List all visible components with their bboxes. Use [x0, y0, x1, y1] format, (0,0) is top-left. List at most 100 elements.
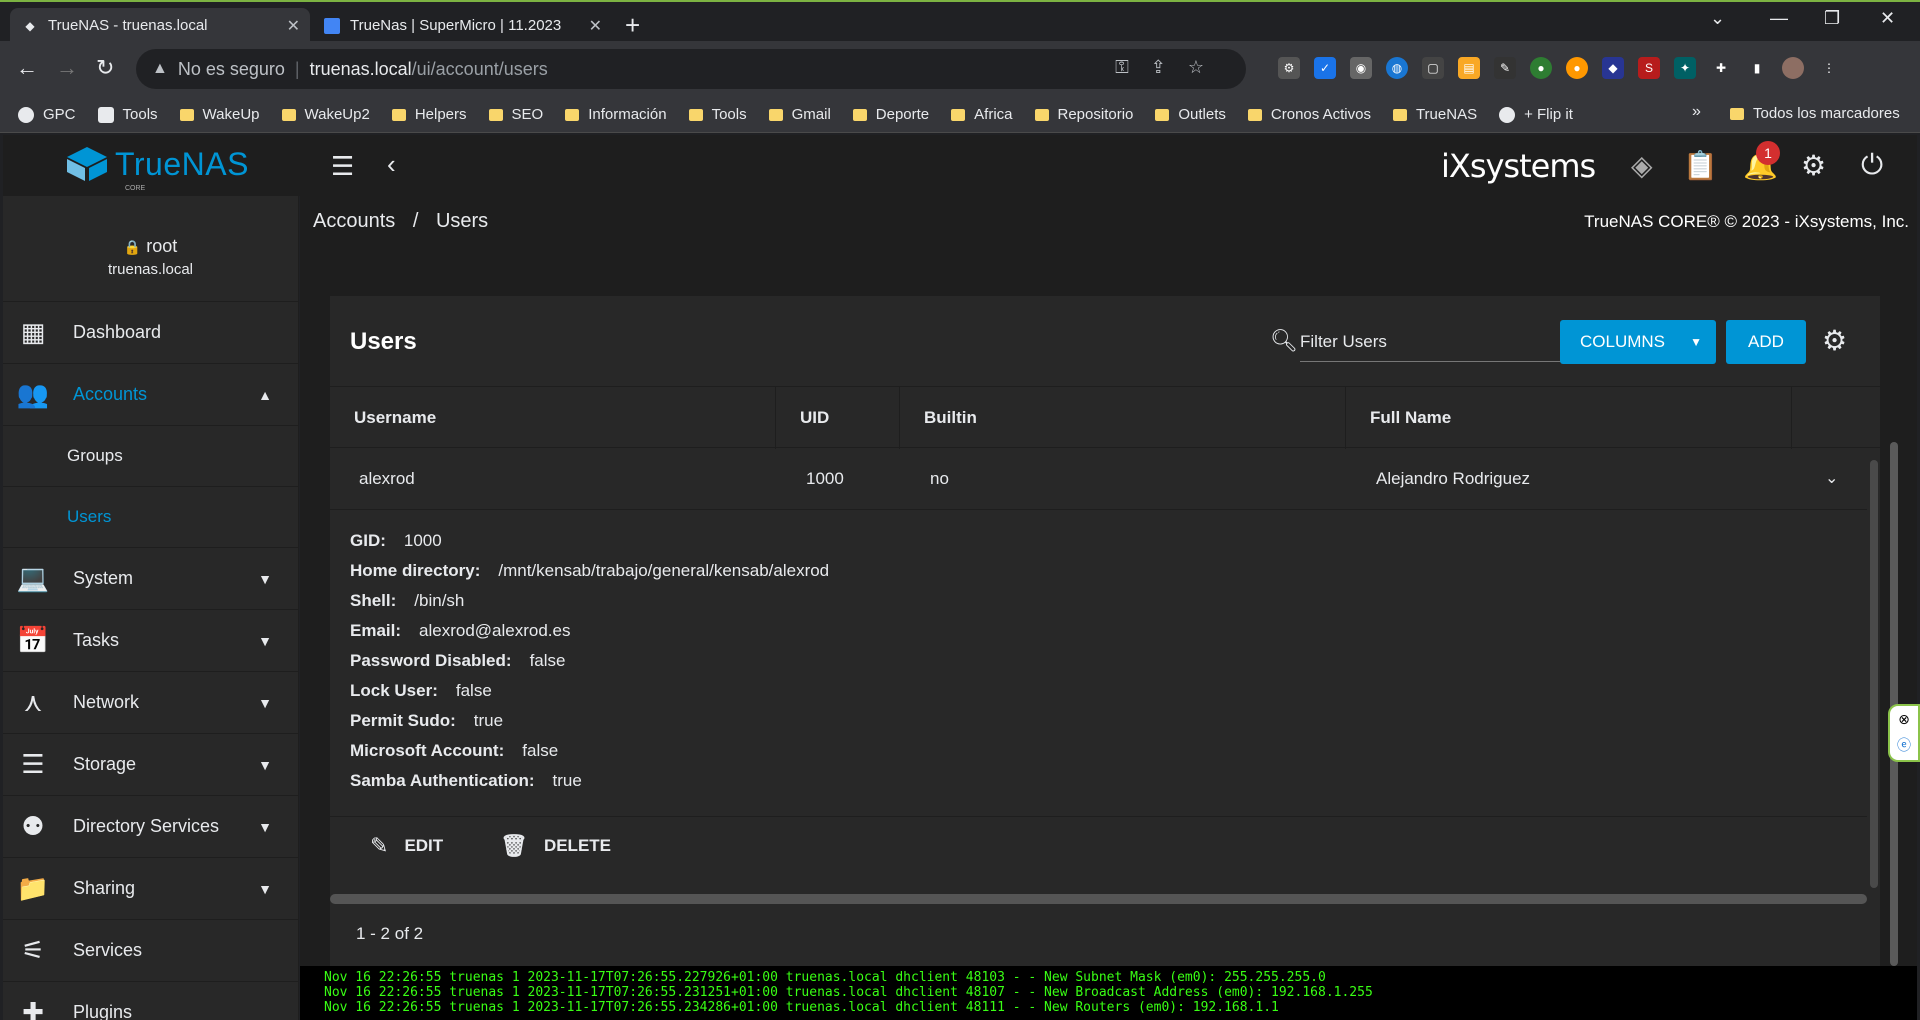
bookmark-item[interactable]: Helpers [391, 106, 467, 123]
bookmark-item[interactable]: SEO [488, 106, 543, 123]
columns-button[interactable]: COLUMNS ▼ [1560, 320, 1716, 364]
sidebar-item-tasks[interactable]: 📅 Tasks ▼ [3, 610, 298, 672]
close-icon[interactable]: ✕ [589, 16, 602, 36]
column-header-full-name[interactable]: Full Name [1346, 387, 1792, 449]
maximize-button[interactable]: ❐ [1824, 8, 1840, 29]
page-title: Users [350, 328, 417, 355]
sidebar-item-plugins[interactable]: ✚ Plugins [3, 982, 298, 1020]
chevron-down-icon: ▼ [258, 694, 272, 711]
sidebar-item-dashboard[interactable]: ▦ Dashboard [3, 302, 298, 364]
chevron-down-icon[interactable]: ⌄ [1825, 468, 1838, 488]
cell-builtin: no [930, 469, 949, 488]
sidebar-item-services[interactable]: ⚟ Services [3, 920, 298, 982]
bookmark-item[interactable]: Gmail [768, 106, 831, 123]
new-tab-button[interactable]: + [625, 10, 640, 41]
horizontal-scrollbar[interactable] [330, 894, 1867, 904]
console-line: Nov 16 22:26:55 truenas 1 2023-11-17T07:… [324, 970, 1326, 985]
sidebar-subitem-users[interactable]: Users [3, 487, 298, 548]
sidebar-item-network[interactable]: ⋏ Network ▼ [3, 672, 298, 734]
url-bar[interactable]: ▲ No es seguro | truenas.local /ui/accou… [136, 49, 1246, 89]
sidebar-subitem-groups[interactable]: Groups [3, 426, 298, 487]
column-header-builtin[interactable]: Builtin [900, 387, 1346, 449]
sidebar-item-system[interactable]: 💻 System ▼ [3, 548, 298, 610]
extension-icon[interactable]: ● [1530, 57, 1552, 79]
network-icon: ⋏ [23, 687, 43, 717]
bookmark-item[interactable]: Outlets [1155, 106, 1226, 123]
tab-truenas[interactable]: ◆ TrueNAS - truenas.local ✕ [10, 8, 310, 43]
tab-doc[interactable]: TrueNas | SuperMicro | 11.2023 ✕ [312, 8, 612, 43]
extension-e-icon[interactable]: ⓔ [1890, 732, 1918, 758]
bookmark-item[interactable]: Tools [97, 106, 158, 123]
breadcrumb-accounts[interactable]: Accounts [313, 210, 395, 232]
gear-extension-icon[interactable]: ⚙ [1278, 57, 1300, 79]
reload-icon[interactable]: ↻ [96, 55, 114, 81]
truecommand-icon[interactable]: ◈ [1631, 149, 1653, 182]
bookmark-item[interactable]: WakeUp2 [281, 106, 370, 123]
collapse-chevron-icon[interactable]: ‹ [387, 149, 396, 180]
camera-extension-icon[interactable]: ◉ [1350, 57, 1372, 79]
bookmark-item[interactable]: Tools [688, 106, 747, 123]
avatar[interactable] [1782, 57, 1804, 79]
bookmark-item[interactable]: Africa [951, 106, 1013, 123]
extension-icon[interactable]: ◆ [1602, 57, 1624, 79]
globe-extension-icon[interactable]: ◍ [1386, 57, 1408, 79]
globe-icon [1499, 106, 1516, 123]
sidebar-item-sharing[interactable]: 📁 Sharing ▼ [3, 858, 298, 920]
seo-extension-icon[interactable]: S [1638, 57, 1660, 79]
gear-icon[interactable]: ⚙ [1801, 149, 1826, 182]
bookmark-item[interactable]: Cronos Activos [1247, 106, 1371, 123]
extension-icon[interactable]: ● [1566, 57, 1588, 79]
puzzle-icon[interactable]: ✚ [1710, 57, 1732, 79]
extension-icon[interactable]: ✓ [1314, 57, 1336, 79]
add-user-button[interactable]: ADD [1726, 320, 1806, 364]
back-arrow-icon[interactable]: ← [16, 55, 38, 81]
folder-icon [852, 108, 867, 121]
truenas-logo[interactable]: TrueNAS CORE [63, 145, 249, 192]
filter-box: 🔍︎ [1270, 322, 1565, 362]
minimize-button[interactable]: — [1770, 8, 1788, 29]
column-header-username[interactable]: Username [330, 387, 776, 449]
all-bookmarks-button[interactable]: Todos los marcadores [1730, 105, 1900, 122]
bookmark-item[interactable]: WakeUp [179, 106, 260, 123]
sidepanel-icon[interactable]: ▮ [1746, 57, 1768, 79]
plugin-icon: ✚ [22, 997, 44, 1020]
omnibox-actions[interactable]: ⚿⇪☆ [1115, 57, 1226, 78]
close-icon[interactable]: ✕ [287, 16, 300, 36]
eyedropper-extension-icon[interactable]: ✎ [1494, 57, 1516, 79]
main-content: Accounts / Users TrueNAS CORE® © 2023 - … [300, 196, 1917, 966]
floating-extension-widget[interactable]: ⊗ ⓔ [1888, 704, 1920, 762]
bookmark-item[interactable]: Información [565, 106, 667, 123]
menu-icon[interactable]: ⋮ [1818, 57, 1840, 79]
folder-icon [391, 108, 406, 121]
sidebar-item-directory-services[interactable]: ⚉ Directory Services ▼ [3, 796, 298, 858]
tab-search-icon[interactable]: ⌄ [1710, 8, 1725, 29]
forward-arrow-icon[interactable]: → [56, 55, 78, 81]
bookmark-item[interactable]: + Flip it [1499, 106, 1573, 123]
bookmarks-overflow-button[interactable]: » [1692, 103, 1701, 121]
extension-icon[interactable]: ▢ [1422, 57, 1444, 79]
close-window-button[interactable]: ✕ [1880, 8, 1895, 29]
table-settings-gear-icon[interactable]: ⚙ [1822, 324, 1847, 357]
bookmark-item[interactable]: GPC [18, 106, 76, 123]
sidebar-item-accounts[interactable]: 👥 Accounts ▲ [3, 364, 298, 426]
ixsystems-logo[interactable]: iXsystems [1441, 147, 1596, 185]
delete-button[interactable]: 🗑 DELETE [500, 833, 611, 859]
hamburger-menu-icon[interactable]: ☰ [331, 151, 354, 182]
address-toolbar: ← → ↻ ▲ No es seguro | truenas.local /ui… [0, 41, 1920, 97]
laptop-icon: 💻 [16, 563, 50, 593]
bookmark-item[interactable]: Deporte [852, 106, 929, 123]
filter-users-input[interactable] [1300, 332, 1540, 352]
bookmark-item[interactable]: Repositorio [1034, 106, 1133, 123]
extension-icon[interactable]: ✦ [1674, 57, 1696, 79]
edit-button[interactable]: ✎ EDIT [370, 833, 443, 859]
people-icon: 👥 [16, 379, 50, 409]
extension-icon[interactable]: ▤ [1458, 57, 1480, 79]
power-icon[interactable]: ⏻ [1861, 149, 1883, 182]
table-vertical-scrollbar[interactable] [1870, 460, 1878, 888]
bookmark-item[interactable]: TrueNAS [1392, 106, 1477, 123]
table-row[interactable]: alexrod 1000 no Alejandro Rodriguez ⌄ [330, 448, 1867, 510]
column-header-uid[interactable]: UID [776, 387, 900, 449]
close-circle-icon[interactable]: ⊗ [1890, 706, 1918, 732]
clipboard-icon[interactable]: 📋 [1683, 149, 1718, 182]
sidebar-item-storage[interactable]: ☰ Storage ▼ [3, 734, 298, 796]
